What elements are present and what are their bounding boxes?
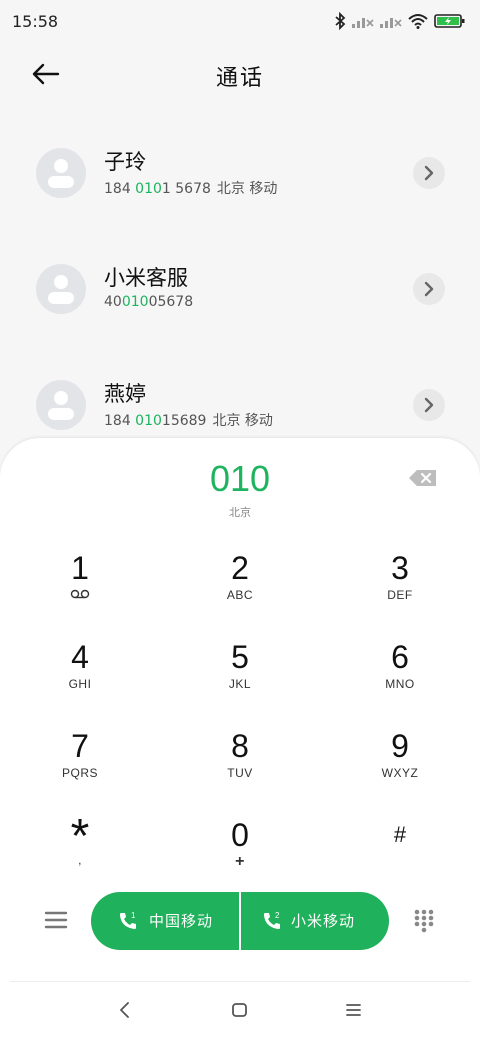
- voicemail-icon: [70, 589, 90, 599]
- nav-back-button[interactable]: [112, 998, 142, 1024]
- contact-detail-button[interactable]: [413, 157, 445, 189]
- contact-item[interactable]: 子玲 184 0101 5678 北京 移动: [0, 116, 480, 226]
- call-sim2-button[interactable]: 2 小米移动: [241, 892, 389, 950]
- page-title: 通话: [215, 66, 264, 91]
- avatar: [36, 264, 86, 314]
- key-5[interactable]: 5 JKL: [160, 627, 320, 715]
- contact-location: 北京 移动: [216, 181, 278, 197]
- call-sim1-button[interactable]: 1 中国移动: [91, 892, 239, 950]
- nav-home-button[interactable]: [226, 998, 256, 1024]
- avatar: [36, 380, 86, 430]
- phone-sim2-icon: 2: [264, 911, 280, 929]
- key-4[interactable]: 4 GHI: [0, 627, 160, 715]
- svg-text:2: 2: [275, 911, 280, 920]
- contact-detail-button[interactable]: [413, 273, 445, 305]
- menu-button[interactable]: [44, 910, 70, 932]
- key-1[interactable]: 1: [0, 538, 160, 626]
- divider: [10, 981, 470, 982]
- contact-name: 子玲: [104, 150, 146, 174]
- wifi-icon: [408, 14, 428, 29]
- chevron-right-icon: [424, 281, 434, 297]
- contact-number: 184 0101 5678 北京 移动: [104, 181, 278, 197]
- svg-text:1: 1: [131, 911, 136, 920]
- avatar: [36, 148, 86, 198]
- phone-sim1-icon: 1: [120, 911, 136, 929]
- chevron-right-icon: [424, 397, 434, 413]
- key-9[interactable]: 9 WXYZ: [320, 716, 480, 804]
- key-star[interactable]: * ,: [0, 805, 160, 893]
- contact-number: 184 01015689 北京 移动: [104, 413, 273, 429]
- hide-keypad-button[interactable]: [413, 908, 435, 934]
- keypad-icon: [414, 909, 434, 933]
- key-0[interactable]: 0 +: [160, 805, 320, 893]
- contact-number: 4001005678: [104, 294, 194, 310]
- signal-1-icon: [352, 18, 374, 28]
- nav-recents-button[interactable]: [340, 998, 370, 1024]
- dialer-panel: 010 北京 1 2 ABC 3 DEF 4 GHI 5 JKL 6 MNO 7…: [0, 438, 480, 1040]
- contact-detail-button[interactable]: [413, 389, 445, 421]
- bluetooth-icon: [335, 12, 346, 30]
- nav-back-icon: [120, 1002, 129, 1018]
- number-region: 北京: [229, 506, 251, 519]
- status-time: 15:58: [12, 12, 59, 31]
- chevron-right-icon: [424, 165, 434, 181]
- status-icons: [334, 12, 466, 30]
- backspace-icon: [409, 470, 436, 486]
- call-sim2-label: 小米移动: [291, 912, 356, 930]
- key-hash[interactable]: #: [320, 805, 480, 893]
- delete-button[interactable]: [408, 468, 440, 490]
- key-2[interactable]: 2 ABC: [160, 538, 320, 626]
- menu-icon: [44, 911, 68, 929]
- signal-2-icon: [380, 18, 402, 28]
- contact-name: 燕婷: [104, 382, 146, 406]
- key-7[interactable]: 7 PQRS: [0, 716, 160, 804]
- nav-home-icon: [232, 1003, 247, 1017]
- call-sim1-label: 中国移动: [149, 912, 214, 930]
- contact-item[interactable]: 小米客服 4001005678: [0, 232, 480, 342]
- battery-charging-icon: [434, 14, 465, 28]
- status-bar: 15:58: [0, 0, 480, 44]
- contact-location: 北京 移动: [212, 413, 273, 429]
- key-6[interactable]: 6 MNO: [320, 627, 480, 715]
- nav-menu-icon: [346, 1004, 361, 1016]
- key-3[interactable]: 3 DEF: [320, 538, 480, 626]
- contact-name: 小米客服: [104, 266, 188, 290]
- key-8[interactable]: 8 TUV: [160, 716, 320, 804]
- header: 通话: [0, 48, 480, 104]
